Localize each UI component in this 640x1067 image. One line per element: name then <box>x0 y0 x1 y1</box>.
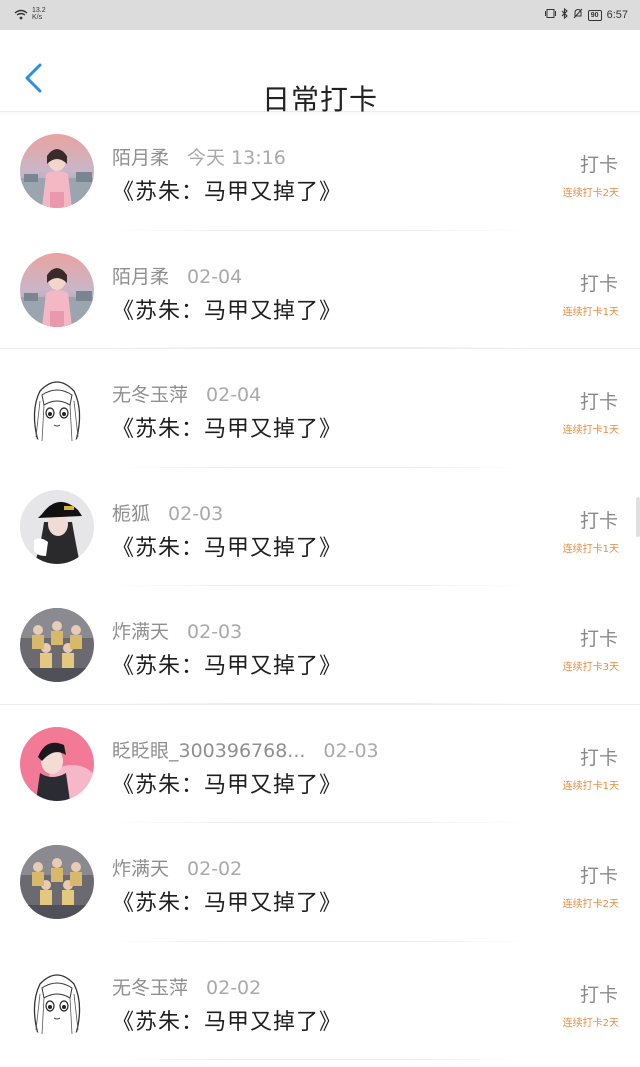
divider <box>110 1059 530 1060</box>
mute-bell-icon <box>573 8 583 22</box>
username[interactable]: 栀狐 <box>112 503 150 525</box>
username[interactable]: 无冬玉萍 <box>112 977 188 999</box>
username[interactable]: 眨眨眼_300396768... <box>112 740 305 762</box>
checkin-button[interactable]: 打卡 <box>580 269 618 296</box>
list-item-1[interactable]: 陌月柔 今天 13:16 《苏朱：马甲又掉了》 打卡 连续打卡2天 <box>0 112 640 231</box>
timestamp: 02-04 <box>187 265 243 288</box>
streak-badge: 连续打卡3天 <box>562 662 619 673</box>
item-meta: 陌月柔 今天 13:16 <box>112 143 286 170</box>
username[interactable]: 炸满天 <box>112 858 169 880</box>
username[interactable]: 炸满天 <box>112 621 169 643</box>
username[interactable]: 陌月柔 <box>112 147 169 169</box>
streak-badge: 连续打卡2天 <box>562 899 619 910</box>
avatar-anime-sketch[interactable] <box>20 371 94 445</box>
divider <box>110 702 530 704</box>
book-title[interactable]: 《苏朱：马甲又掉了》 <box>112 767 342 799</box>
avatar-group[interactable] <box>20 608 94 682</box>
book-title[interactable]: 《苏朱：马甲又掉了》 <box>112 1004 342 1036</box>
streak-badge: 连续打卡1天 <box>562 780 619 792</box>
book-title[interactable]: 《苏朱：马甲又掉了》 <box>112 530 342 562</box>
bluetooth-icon <box>561 7 568 22</box>
checkin-button[interactable]: 打卡 <box>580 743 618 770</box>
list-item-5[interactable]: 炸满天 02-03 《苏朱：马甲又掉了》 打卡 连续打卡3天 <box>0 586 640 705</box>
avatar-pink[interactable] <box>20 726 94 801</box>
item-meta: 眨眨眼_300396768... 02-03 <box>112 736 379 763</box>
checkin-button[interactable]: 打卡 <box>580 624 618 651</box>
battery-icon: 90 <box>587 9 602 21</box>
streak-badge: 连续打卡2天 <box>562 188 619 199</box>
item-meta: 无冬玉萍 02-02 <box>112 973 261 1000</box>
vibrate-icon <box>544 9 556 21</box>
list-item-3[interactable]: 无冬玉萍 02-04 《苏朱：马甲又掉了》 打卡 连续打卡1天 <box>0 349 640 468</box>
streak-badge: 连续打卡1天 <box>562 425 619 436</box>
avatar-girl-sunset[interactable] <box>20 252 94 327</box>
timestamp: 02-02 <box>187 858 243 880</box>
avatar-group[interactable] <box>20 845 94 919</box>
checkin-button[interactable]: 打卡 <box>580 980 618 1007</box>
checkin-list: 陌月柔 今天 13:16 《苏朱：马甲又掉了》 打卡 连续打卡2天 陌月柔 02-0… <box>0 112 640 1060</box>
item-meta: 炸满天 02-02 <box>112 854 242 881</box>
item-meta: 无冬玉萍 02-04 <box>112 380 261 407</box>
timestamp: 02-03 <box>168 502 224 525</box>
list-item-8[interactable]: 无冬玉萍 02-02 《苏朱：马甲又掉了》 打卡 连续打卡2天 <box>0 942 640 1060</box>
book-title[interactable]: 《苏朱：马甲又掉了》 <box>112 293 342 325</box>
avatar-anime-sketch[interactable] <box>20 963 94 1038</box>
book-title[interactable]: 《苏朱：马甲又掉了》 <box>112 411 342 443</box>
list-item-6[interactable]: 眨眨眼_300396768... 02-03 《苏朱：马甲又掉了》 打卡 连续打卡… <box>0 705 640 823</box>
book-title[interactable]: 《苏朱：马甲又掉了》 <box>112 885 342 917</box>
timestamp: 02-04 <box>206 384 262 406</box>
checkin-button[interactable]: 打卡 <box>580 506 618 533</box>
scrollbar[interactable] <box>636 497 640 537</box>
streak-badge: 连续打卡1天 <box>562 306 619 318</box>
app-header: 日常打卡 <box>0 30 640 116</box>
checkin-button[interactable]: 打卡 <box>580 861 618 888</box>
username[interactable]: 陌月柔 <box>112 266 169 288</box>
username[interactable]: 无冬玉萍 <box>112 384 188 406</box>
divider <box>110 347 530 348</box>
network-speed: 13.2 K/s <box>32 7 46 21</box>
clock: 6:57 <box>606 9 628 21</box>
book-title[interactable]: 《苏朱：马甲又掉了》 <box>112 648 342 680</box>
timestamp: 02-03 <box>323 739 379 762</box>
status-bar: 13.2 K/s 90 6:57 <box>0 0 640 30</box>
timestamp: 02-03 <box>187 621 243 643</box>
streak-badge: 连续打卡1天 <box>562 543 619 555</box>
streak-badge: 连续打卡2天 <box>562 1017 619 1029</box>
wifi-icon <box>14 9 28 20</box>
list-item-2[interactable]: 陌月柔 02-04 《苏朱：马甲又掉了》 打卡 连续打卡1天 <box>0 231 640 349</box>
avatar-girl-hat[interactable] <box>20 489 94 564</box>
timestamp: 02-02 <box>206 976 262 999</box>
checkin-button[interactable]: 打卡 <box>580 150 618 177</box>
book-title[interactable]: 《苏朱：马甲又掉了》 <box>112 174 342 206</box>
item-meta: 栀狐 02-03 <box>112 499 223 526</box>
list-item-7[interactable]: 炸满天 02-02 《苏朱：马甲又掉了》 打卡 连续打卡2天 <box>0 823 640 942</box>
timestamp: 今天 13:16 <box>187 147 286 169</box>
list-item-4[interactable]: 栀狐 02-03 《苏朱：马甲又掉了》 打卡 连续打卡1天 <box>0 468 640 586</box>
avatar-girl-sunset[interactable] <box>20 134 94 208</box>
item-meta: 陌月柔 02-04 <box>112 262 242 289</box>
checkin-button[interactable]: 打卡 <box>580 387 618 414</box>
item-meta: 炸满天 02-03 <box>112 617 242 644</box>
